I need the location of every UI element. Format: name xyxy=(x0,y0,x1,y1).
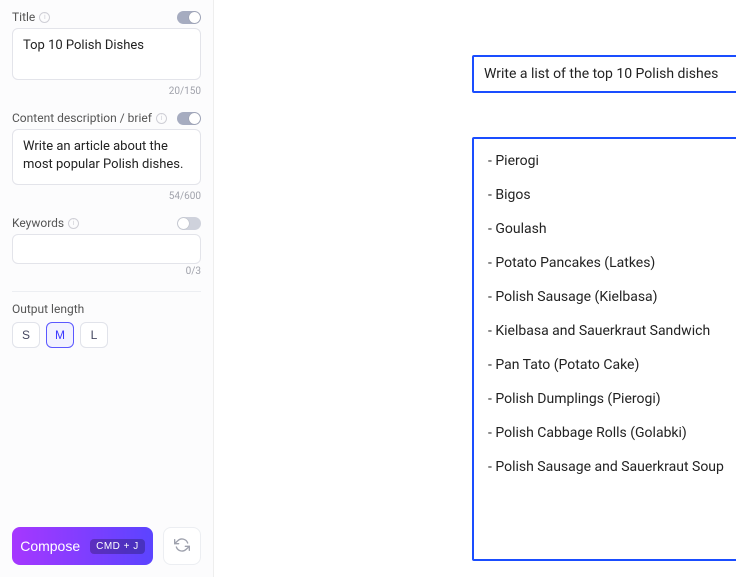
output-item-text: Pierogi xyxy=(495,153,539,169)
output-box: - Pierogi - Bigos - Goulash - Potato Pan… xyxy=(472,137,736,561)
description-field-block: Content description / brief i 54/600 xyxy=(12,111,201,202)
title-label: Title i xyxy=(12,10,50,24)
info-icon[interactable]: i xyxy=(156,113,167,124)
app-root: Title i 20/150 Content description / bri… xyxy=(0,0,736,577)
keywords-counter: 0/3 xyxy=(12,266,201,277)
description-label: Content description / brief i xyxy=(12,111,167,125)
keywords-field-block: Keywords i 0/3 xyxy=(12,216,201,277)
output-length-row: S M L xyxy=(12,322,201,348)
keywords-toggle[interactable] xyxy=(177,217,201,230)
list-item: - Pierogi xyxy=(488,153,736,169)
sidebar-body: Title i 20/150 Content description / bri… xyxy=(0,0,213,517)
list-item: - Goulash xyxy=(488,221,736,237)
output-item-text: Goulash xyxy=(495,221,546,237)
keywords-input[interactable] xyxy=(12,234,201,264)
description-counter: 54/600 xyxy=(12,191,201,202)
output-item-text: Kielbasa and Sauerkraut Sandwich xyxy=(495,323,710,339)
command-text: Write a list of the top 10 Polish dishes xyxy=(484,66,718,82)
info-icon[interactable]: i xyxy=(68,218,79,229)
output-length-block: Output length S M L xyxy=(12,302,201,348)
output-item-text: Pan Tato (Potato Cake) xyxy=(495,357,639,373)
keywords-header: Keywords i xyxy=(12,216,201,230)
title-toggle[interactable] xyxy=(177,11,201,24)
length-option-m[interactable]: M xyxy=(46,322,74,348)
divider xyxy=(12,291,201,292)
list-item: - Polish Cabbage Rolls (Golabki) xyxy=(488,425,736,441)
list-item: - Bigos xyxy=(488,187,736,203)
length-option-s[interactable]: S xyxy=(12,322,40,348)
output-item-text: Polish Dumplings (Pierogi) xyxy=(495,391,660,407)
compose-button[interactable]: Compose CMD + J xyxy=(12,527,153,565)
title-counter: 20/150 xyxy=(12,86,201,97)
list-item: - Kielbasa and Sauerkraut Sandwich xyxy=(488,323,736,339)
description-header: Content description / brief i xyxy=(12,111,201,125)
keywords-label-text: Keywords xyxy=(12,216,64,230)
length-option-l[interactable]: L xyxy=(80,322,108,348)
list-item: - Polish Dumplings (Pierogi) xyxy=(488,391,736,407)
description-toggle[interactable] xyxy=(177,112,201,125)
title-input[interactable] xyxy=(12,28,201,80)
title-header: Title i xyxy=(12,10,201,24)
compose-button-label: Compose xyxy=(20,538,80,554)
output-item-text: Polish Sausage and Sauerkraut Soup xyxy=(495,459,724,475)
keywords-label: Keywords i xyxy=(12,216,79,230)
title-label-text: Title xyxy=(12,10,35,24)
sidebar: Title i 20/150 Content description / bri… xyxy=(0,0,214,577)
main-area: Write a list of the top 10 Polish dishes… xyxy=(214,0,736,577)
list-item: - Potato Pancakes (Latkes) xyxy=(488,255,736,271)
title-field-block: Title i 20/150 xyxy=(12,10,201,97)
list-item: - Polish Sausage and Sauerkraut Soup xyxy=(488,459,736,475)
refresh-button[interactable] xyxy=(163,527,201,565)
description-input[interactable] xyxy=(12,129,201,185)
output-item-text: Polish Sausage (Kielbasa) xyxy=(495,289,657,305)
sidebar-footer: Compose CMD + J xyxy=(0,517,213,577)
output-item-text: Potato Pancakes (Latkes) xyxy=(495,255,655,271)
refresh-icon xyxy=(174,537,190,556)
command-box: Write a list of the top 10 Polish dishes xyxy=(472,55,736,93)
output-item-text: Bigos xyxy=(495,187,530,203)
description-label-text: Content description / brief xyxy=(12,111,152,125)
list-item: - Polish Sausage (Kielbasa) xyxy=(488,289,736,305)
compose-shortcut: CMD + J xyxy=(90,539,145,554)
list-item: - Pan Tato (Potato Cake) xyxy=(488,357,736,373)
info-icon[interactable]: i xyxy=(39,12,50,23)
output-item-text: Polish Cabbage Rolls (Golabki) xyxy=(495,425,686,441)
output-length-label: Output length xyxy=(12,302,201,316)
